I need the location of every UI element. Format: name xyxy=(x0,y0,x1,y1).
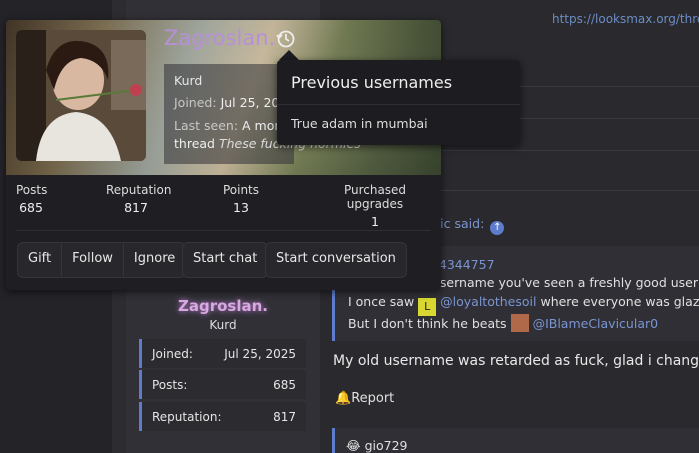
card-last-seen: Last seen: A mon xyxy=(174,118,283,133)
stat-points: Points 13 xyxy=(222,183,260,215)
sidebar-user-title: Kurd xyxy=(209,318,237,332)
card-joined: Joined: Jul 25, 20 xyxy=(174,95,280,110)
quote-text-line: username you've seen a freshly good user… xyxy=(432,275,699,290)
mention-avatar xyxy=(510,314,529,332)
divider xyxy=(16,230,431,231)
report-button[interactable]: 🔔Report xyxy=(335,391,394,406)
previous-username-item: True adam in mumbai xyxy=(291,116,428,131)
gift-button[interactable]: Gift xyxy=(18,243,63,277)
ignore-button[interactable]: Ignore xyxy=(124,243,185,277)
avatar[interactable] xyxy=(16,30,146,161)
card-username[interactable]: Zagroslan. xyxy=(164,26,275,50)
stat-purchased-upgrades: Purchased upgrades 1 xyxy=(343,183,407,229)
action-button-group: Gift Follow Ignore xyxy=(17,242,187,278)
stat-posts: Posts 685 xyxy=(16,183,48,215)
card-stats: Posts 685 Reputation 817 Points 13 Purchase… xyxy=(6,183,441,229)
sidebar-username[interactable]: Zagroslan. xyxy=(126,297,320,315)
quote-text-line: I once saw L @loyaltothesoil where everyo… xyxy=(348,294,699,316)
start-conversation-button[interactable]: Start conversation xyxy=(266,243,406,277)
tooltip-arrow xyxy=(279,50,299,60)
reply-author[interactable]: 😂 gio729 xyxy=(346,438,408,453)
thread-link[interactable]: https://looksmax.org/thread xyxy=(552,12,699,26)
sidebar-row-posts: Posts: 685 xyxy=(139,370,306,399)
previous-usernames-tooltip: Previous usernames True adam in mumbai xyxy=(277,60,520,145)
tooltip-title: Previous usernames xyxy=(291,73,453,92)
sidebar-row-reputation: Reputation: 817 xyxy=(139,402,306,431)
emoji-icon: 😂 xyxy=(346,438,361,453)
card-user-title: Kurd xyxy=(174,73,203,88)
user-mention[interactable]: @loyaltothesoil xyxy=(440,294,536,309)
divider xyxy=(277,104,520,105)
start-conversation-group: Start conversation xyxy=(265,242,407,278)
user-mention[interactable]: @IBlameClavicular0 xyxy=(533,316,659,331)
sidebar-row-joined: Joined: Jul 25, 2025 xyxy=(139,339,306,368)
stat-reputation: Reputation 817 xyxy=(106,183,172,215)
arrow-up-circle-icon[interactable]: ↑ xyxy=(490,221,505,235)
card-info-box: Kurd Joined: Jul 25, 20 Last seen: A mon… xyxy=(164,64,361,164)
history-icon[interactable] xyxy=(276,29,296,49)
start-chat-button[interactable]: Start chat xyxy=(183,243,267,277)
bell-icon: 🔔 xyxy=(335,391,352,406)
start-chat-group: Start chat xyxy=(182,242,269,278)
quote-text-line: But I don't think he beats @IBlameClavic… xyxy=(348,314,659,332)
post-message: My old username was retarded as fuck, gl… xyxy=(333,353,699,369)
follow-button[interactable]: Follow xyxy=(62,243,124,277)
